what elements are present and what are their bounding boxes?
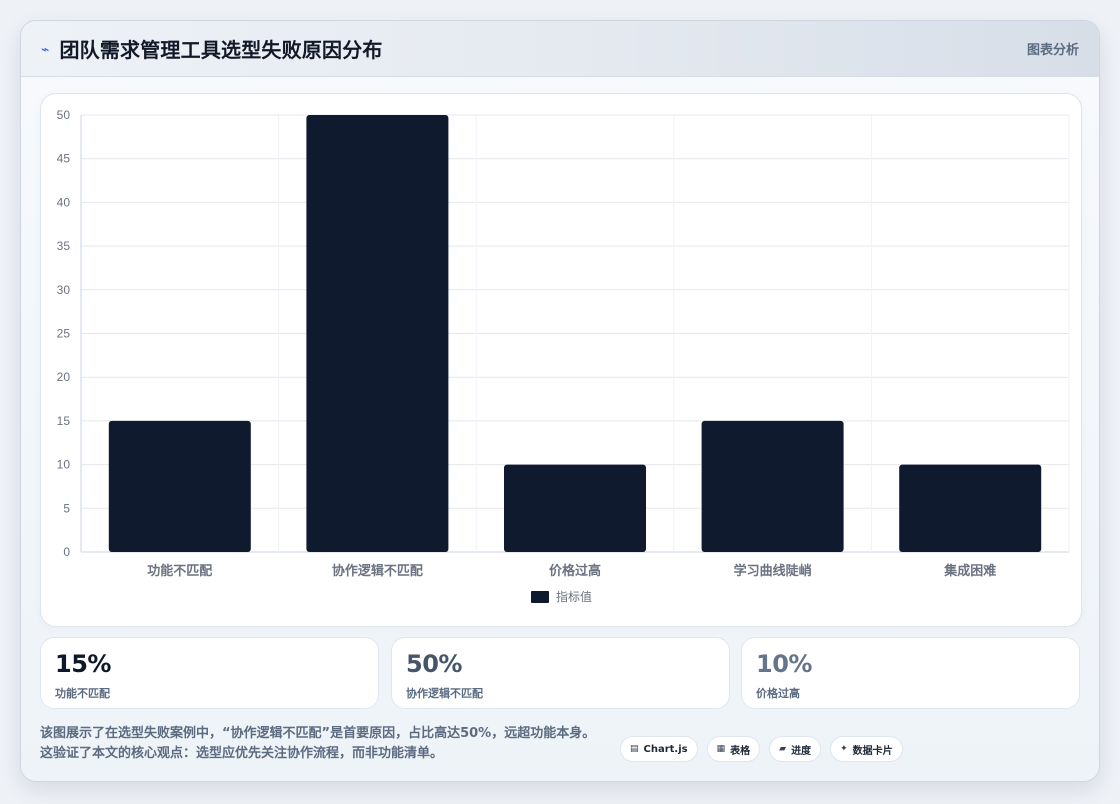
bar-5[interactable]	[899, 464, 1042, 552]
tag-label-table: 表格	[730, 745, 751, 757]
tag-table[interactable]: ▦ 表格	[706, 736, 761, 762]
stat-value-2: 50%	[406, 650, 462, 678]
y-tick-label-30: 30	[57, 283, 71, 297]
y-tick-label-25: 25	[57, 327, 71, 341]
y-tick-label-15: 15	[57, 414, 71, 428]
header: ⌁ 团队需求管理工具选型失败原因分布 图表分析	[21, 21, 1099, 77]
stat-value-3: 10%	[756, 650, 812, 678]
progress-icon: ▰	[779, 743, 787, 754]
tag-label-data-card: 数据卡片	[852, 745, 893, 757]
bar-4[interactable]	[701, 420, 844, 552]
tag-data-card[interactable]: ✦ 数据卡片	[830, 736, 903, 762]
chart-analysis-link[interactable]: 图表分析	[1027, 39, 1079, 58]
x-tick-label-2: 协作逻辑不匹配	[332, 563, 423, 579]
stat-label-2: 协作逻辑不匹配	[406, 687, 483, 700]
table-icon: ▦	[716, 743, 726, 754]
x-tick-label-1: 功能不匹配	[147, 563, 212, 579]
y-tick-label-50: 50	[57, 108, 71, 122]
chart-icon: ▤	[630, 743, 639, 754]
x-tick-label-5: 集成困难	[943, 563, 996, 579]
y-tick-label-10: 10	[57, 458, 71, 472]
page-title: 团队需求管理工具选型失败原因分布	[59, 38, 383, 62]
legend-label: 指标值	[556, 589, 592, 604]
data-card-icon: ✦	[840, 743, 848, 754]
y-tick-label-35: 35	[57, 239, 71, 253]
y-tick-label-0: 0	[63, 545, 70, 559]
bar-3[interactable]	[504, 464, 646, 552]
stat-label-3: 价格过高	[756, 687, 800, 700]
feature-tags: ▤ Chart.js ▦ 表格 ▰ 进度 ✦ 数据卡片	[620, 736, 903, 762]
stat-card-3: 10% 价格过高	[741, 637, 1080, 709]
chart-description: 该图展示了在选型失败案例中，“协作逻辑不匹配”是首要原因，占比高达50%，远超功…	[40, 726, 596, 761]
stat-label-1: 功能不匹配	[55, 687, 110, 700]
y-tick-label-20: 20	[57, 370, 71, 384]
legend-swatch	[531, 591, 549, 603]
bar-2[interactable]	[306, 115, 449, 552]
stat-value-1: 15%	[55, 650, 111, 678]
stat-card-1: 15% 功能不匹配	[40, 637, 379, 709]
y-tick-label-40: 40	[57, 195, 71, 209]
title-wrap: ⌁ 团队需求管理工具选型失败原因分布	[41, 34, 383, 63]
spark-icon: ⌁	[41, 41, 50, 58]
tag-label-progress: 进度	[791, 745, 812, 757]
y-tick-label-45: 45	[57, 152, 71, 166]
bar-1[interactable]	[108, 420, 251, 552]
x-tick-label-4: 学习曲线陡峭	[734, 563, 812, 579]
bar-chart: 0 5 10 15 20 25 30 35 40 45 50 功能不匹配 协作逻辑不匹配 价格过高 学习曲线…	[57, 108, 1070, 604]
chart-panel: 0 5 10 15 20 25 30 35 40 45 50 功能不匹配 协作逻辑不匹配 价格过高 学习曲线…	[40, 93, 1082, 627]
stat-card-2: 50% 协作逻辑不匹配	[391, 637, 730, 709]
x-tick-label-3: 价格过高	[549, 563, 601, 579]
tag-chartjs[interactable]: ▤ Chart.js	[620, 736, 698, 762]
tag-label-chartjs: Chart.js	[643, 743, 688, 755]
report-card: ⌁ 团队需求管理工具选型失败原因分布 图表分析 0 5 10 15 20 25 30 35 40…	[20, 20, 1100, 782]
y-tick-label-5: 5	[63, 501, 70, 515]
tag-progress[interactable]: ▰ 进度	[769, 736, 822, 762]
